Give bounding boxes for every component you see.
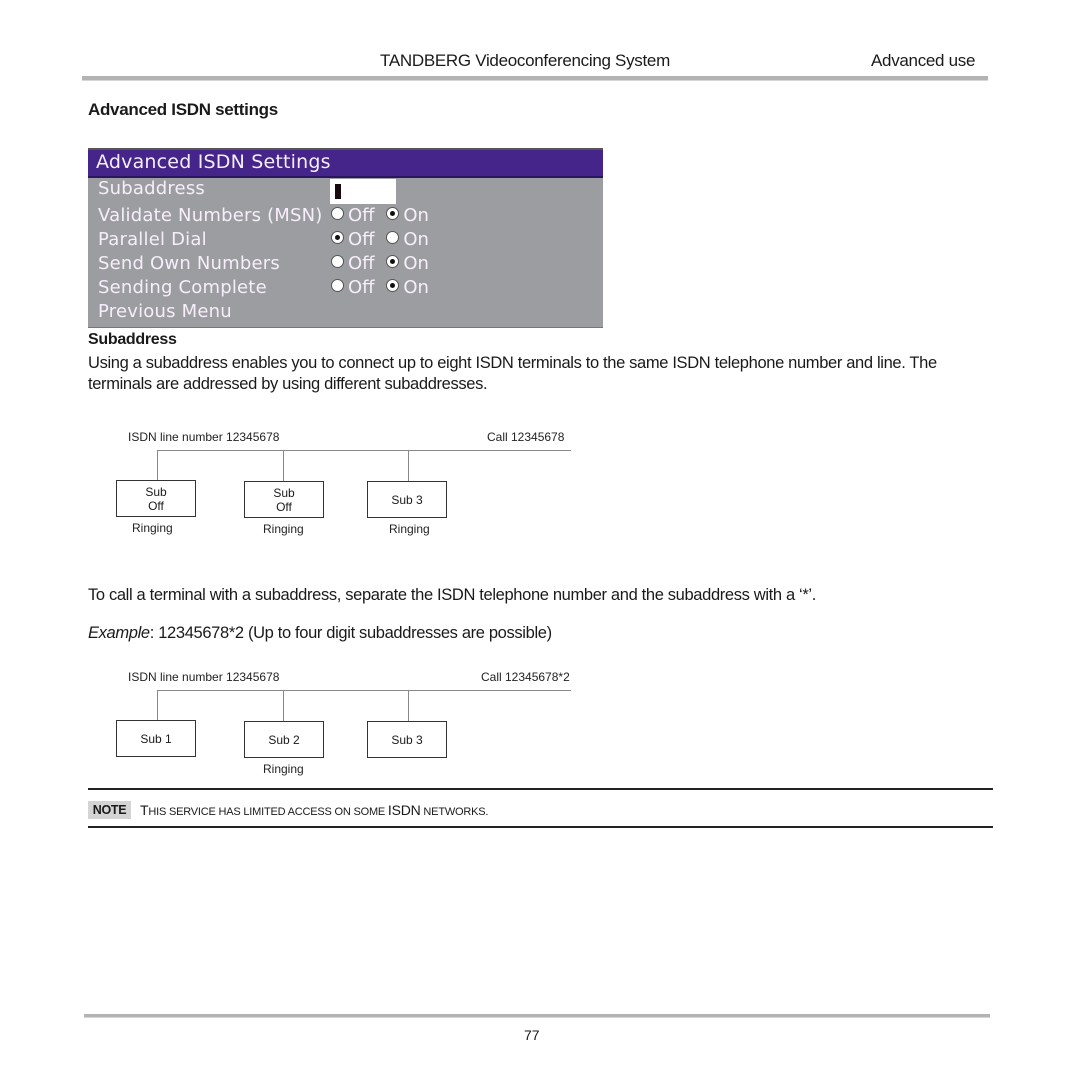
subaddress-diagram-2: ISDN line number 12345678 Call 12345678*… [110,660,590,790]
subaddress-diagram-1: ISDN line number 12345678 Call 12345678 … [110,420,590,550]
terminal-box: Sub 2 [244,721,324,758]
terminal-label: Sub [145,484,167,499]
radio-on-label: On [403,229,429,250]
radio-on-label: On [403,205,429,226]
connector-line [157,690,158,720]
terminal-label: Sub 1 [140,731,172,746]
send-own-numbers-radio-group: Off On [331,253,435,277]
terminal-status: Ringing [132,521,173,535]
call-label: Call 12345678 [487,430,565,444]
option-label: Parallel Dial [98,229,207,250]
sending-complete-radio-group: Off On [331,277,435,301]
radio-on[interactable]: On [386,229,429,250]
isdn-line-label: ISDN line number 12345678 [128,430,280,444]
validate-numbers-radio-group: Off On [331,205,435,229]
option-label: Sending Complete [98,277,267,298]
terminal-status: Ringing [389,522,430,536]
radio-off-icon [331,207,344,220]
radio-off-icon [331,279,344,292]
radio-on[interactable]: On [386,253,429,274]
note-text: THIS SERVICE HAS LIMITED ACCESS ON SOME … [140,802,488,818]
example-text: : 12345678*2 (Up to four digit subaddres… [149,624,552,642]
terminal-label: Sub 3 [391,492,423,507]
connector-line [408,690,409,721]
connector-line [283,690,284,721]
terminal-box: Sub Off [116,480,196,517]
terminal-label: Sub 2 [268,732,300,747]
option-label: Send Own Numbers [98,253,280,274]
isdn-line-label: ISDN line number 12345678 [128,670,280,684]
connector-line [283,450,284,481]
header-divider [82,76,988,81]
text-cursor [335,184,341,199]
subsection-heading: Subaddress [88,331,177,348]
terminal-label: Sub 3 [391,732,423,747]
terminal-status: Ringing [263,522,304,536]
radio-on-selected-icon [386,207,400,220]
terminal-state: Off [148,498,164,513]
radio-on[interactable]: On [386,277,429,298]
radio-on-icon [386,231,400,244]
radio-on-selected-icon [386,279,400,292]
terminal-status: Ringing [263,762,304,776]
radio-off-selected-icon [331,231,344,244]
page-number: 77 [524,1027,540,1043]
menu-item-previous-menu[interactable]: Previous Menu [98,301,232,325]
footer-divider [84,1014,990,1018]
menu-title-bar: Advanced ISDN Settings [88,150,603,178]
radio-off-icon [331,255,344,268]
note-text-part: ISDN [387,802,421,818]
radio-on-label: On [403,277,429,298]
radio-off[interactable]: Off [331,229,375,250]
terminal-box: Sub Off [244,481,324,518]
connector-line [408,450,409,481]
subaddress-label: Subaddress [98,178,205,199]
example-label: Example [88,624,150,642]
isdn-bus-line [157,690,571,691]
terminal-box: Sub 3 [367,721,447,758]
radio-off-label: Off [348,205,375,226]
menu-title: Advanced ISDN Settings [96,151,331,173]
menu-item-subaddress[interactable]: Subaddress [98,178,205,202]
terminal-state: Off [276,499,292,514]
call-label: Call 12345678*2 [481,670,570,684]
terminal-box: Sub 3 [367,481,447,518]
menu-item-sending-complete[interactable]: Sending Complete [98,277,267,301]
radio-on-selected-icon [386,255,400,268]
terminal-label: Sub [273,485,295,500]
menu-item-send-own-numbers[interactable]: Send Own Numbers [98,253,280,277]
section-heading: Advanced ISDN settings [88,100,278,119]
radio-off[interactable]: Off [331,205,375,226]
radio-on-label: On [403,253,429,274]
menu-item-validate-numbers[interactable]: Validate Numbers (MSN) [98,205,323,229]
radio-off-label: Off [348,253,375,274]
menu-body: Subaddress Validate Numbers (MSN) Off On… [88,178,603,328]
menu-item-parallel-dial[interactable]: Parallel Dial [98,229,207,253]
terminal-box: Sub 1 [116,720,196,757]
note-bottom-rule [88,826,993,828]
radio-on[interactable]: On [386,205,429,226]
radio-off-label: Off [348,277,375,298]
connector-line [157,450,158,480]
radio-off-label: Off [348,229,375,250]
subaddress-input[interactable] [330,179,396,204]
subaddress-paragraph: Using a subaddress enables you to connec… [88,354,937,393]
document-title: TANDBERG Videoconferencing System [380,51,670,70]
parallel-dial-radio-group: Off On [331,229,435,253]
call-paragraph: To call a terminal with a subaddress, se… [88,586,816,604]
note-text-part: NETWORKS. [420,806,489,818]
osd-menu: Advanced ISDN Settings Subaddress Valida… [88,148,603,328]
previous-menu-label: Previous Menu [98,301,232,322]
example-line: Example: 12345678*2 (Up to four digit su… [88,623,988,644]
section-name: Advanced use [871,51,976,70]
note-top-rule [88,788,993,790]
option-label: Validate Numbers (MSN) [98,205,323,226]
isdn-bus-line [157,450,571,451]
note-badge: NOTE [88,801,131,819]
radio-off[interactable]: Off [331,277,375,298]
note-text-part: HIS SERVICE HAS LIMITED ACCESS ON SOME [148,806,388,818]
radio-off[interactable]: Off [331,253,375,274]
